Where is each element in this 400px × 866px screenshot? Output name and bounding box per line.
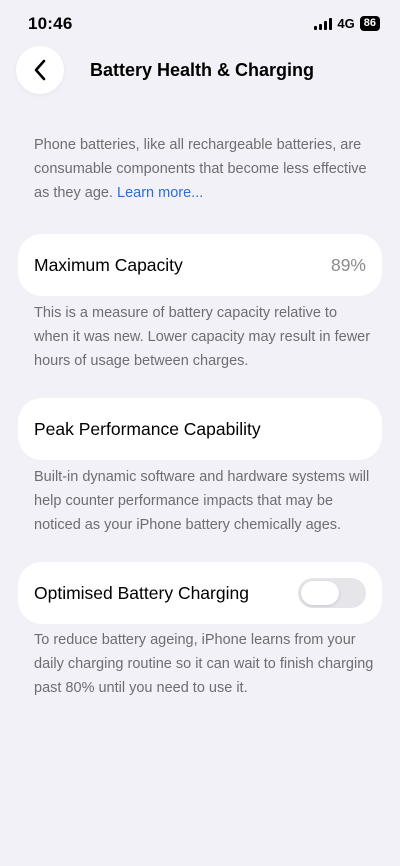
page-title: Battery Health & Charging (90, 60, 315, 80)
learn-more-link[interactable]: Learn more... (117, 185, 203, 201)
status-indicators: 4G 86 (314, 16, 380, 31)
network-type: 4G (337, 16, 355, 31)
optimised-charging-label: Optimised Battery Charging (34, 582, 249, 603)
status-bar: 10:46 4G 86 (0, 0, 400, 48)
maximum-capacity-label: Maximum Capacity (34, 254, 183, 275)
maximum-capacity-row: Maximum Capacity 89% (18, 234, 382, 296)
chevron-left-icon (34, 59, 46, 81)
toggle-knob (301, 581, 339, 605)
intro-text: Phone batteries, like all rechargeable b… (34, 133, 374, 205)
maximum-capacity-description: This is a measure of battery capacity re… (34, 305, 371, 369)
status-time: 10:46 (28, 14, 73, 33)
peak-performance-label: Peak Performance Capability (34, 418, 261, 439)
cellular-signal-icon (314, 17, 333, 30)
maximum-capacity-value: 89% (330, 254, 366, 275)
battery-icon: 86 (359, 16, 380, 31)
back-button[interactable] (16, 46, 64, 94)
optimised-charging-description: To reduce battery ageing, iPhone learns … (34, 632, 374, 696)
peak-performance-row[interactable]: Peak Performance Capability (18, 398, 382, 460)
optimised-charging-row: Optimised Battery Charging (18, 562, 382, 624)
peak-performance-description: Built-in dynamic software and hardware s… (34, 469, 370, 533)
optimised-charging-toggle[interactable] (298, 578, 366, 608)
